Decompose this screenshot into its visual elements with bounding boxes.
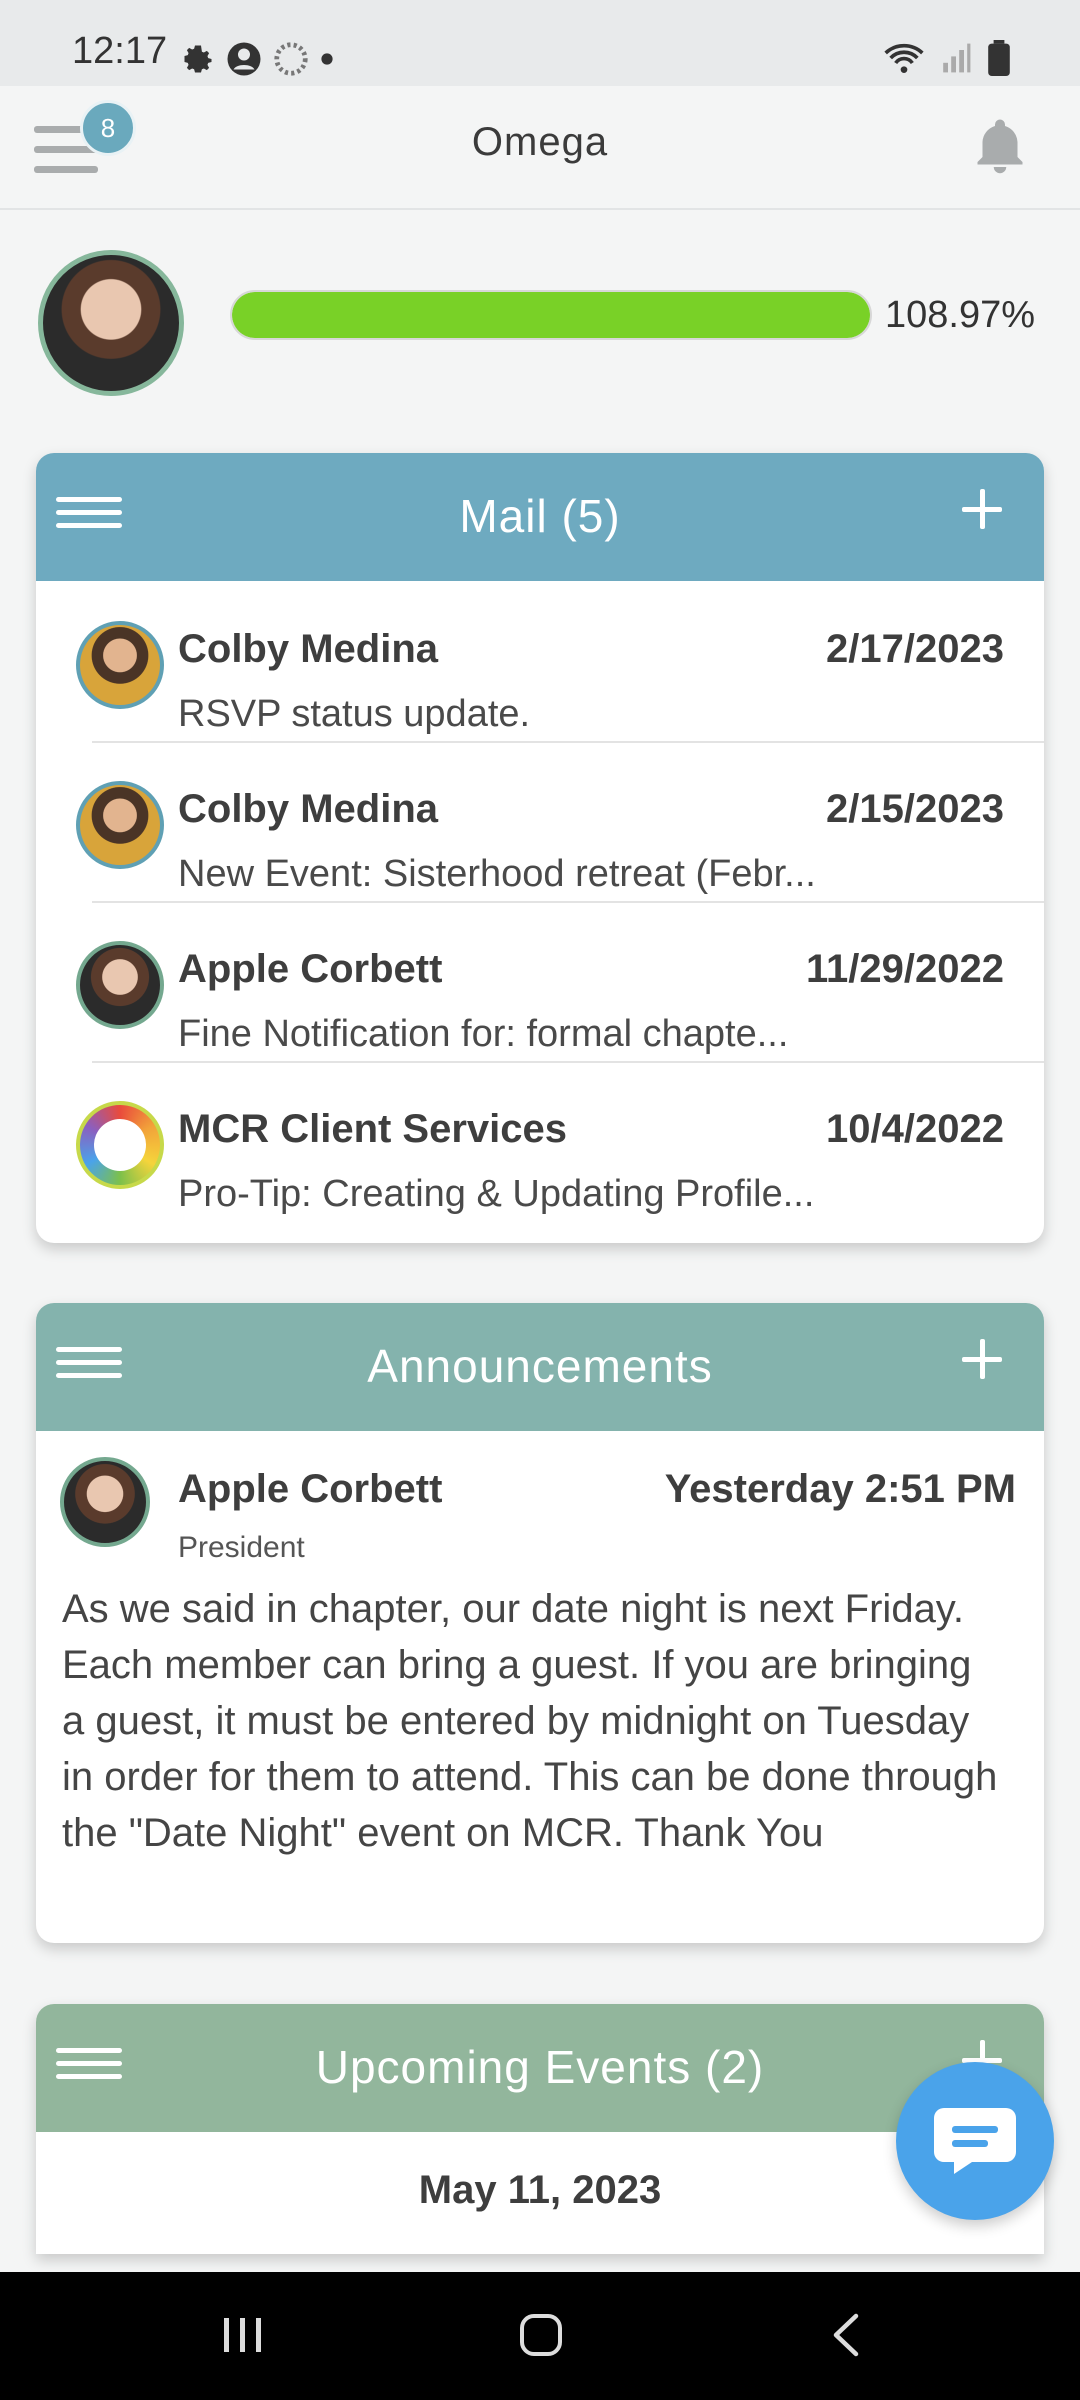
recent-apps-icon[interactable] <box>218 2312 268 2358</box>
status-bar: 12:17 <box>0 0 1080 86</box>
avatar <box>76 1101 164 1189</box>
mail-sender: Apple Corbett <box>178 947 443 991</box>
announcement-author: Apple Corbett <box>178 1467 443 1511</box>
mail-subject: Fine Notification for: formal chapte... <box>178 1013 789 1055</box>
event-date: May 11, 2023 <box>418 2168 662 2212</box>
mail-sender: Colby Medina <box>178 787 439 831</box>
loading-icon <box>274 42 308 76</box>
progress-bar <box>230 290 872 340</box>
events-title: Upcoming Events (2) <box>315 2041 765 2093</box>
add-mail-button[interactable] <box>960 487 1004 531</box>
battery-icon <box>988 40 1010 76</box>
mail-date: 11/29/2022 <box>806 947 1004 991</box>
mail-date: 10/4/2022 <box>826 1107 1004 1151</box>
avatar <box>76 621 164 709</box>
avatar <box>76 941 164 1029</box>
gear-icon <box>184 45 212 73</box>
mail-sender: MCR Client Services <box>178 1107 568 1151</box>
mail-header: Mail (5) <box>36 453 1044 581</box>
avatar <box>60 1457 150 1547</box>
wifi-icon <box>884 43 924 73</box>
announcement-time: Yesterday 2:51 PM <box>664 1467 1016 1511</box>
announcements-card: Announcements Apple Corbett Yesterday 2:… <box>36 1303 1044 1943</box>
list-item[interactable]: MCR Client Services 10/4/2022 Pro-Tip: C… <box>36 1061 1044 1221</box>
avatar <box>76 781 164 869</box>
status-icons-left <box>180 40 334 78</box>
menu-icon-line <box>34 166 98 173</box>
page-title: Omega <box>471 120 609 164</box>
mail-card: Mail (5) Colby Medina 2/17/2023 RSVP sta… <box>36 453 1044 1243</box>
add-announcement-button[interactable] <box>960 1337 1004 1381</box>
logo-center <box>94 1119 146 1171</box>
account-circle-icon <box>227 42 261 76</box>
status-icons-right <box>884 40 1010 76</box>
bell-icon[interactable] <box>970 114 1030 180</box>
events-card: Upcoming Events (2) May 11, 2023 <box>36 2004 1044 2254</box>
signal-icon <box>943 43 971 73</box>
progress-percent: 108.97% <box>885 294 1036 336</box>
back-icon[interactable] <box>828 2312 864 2358</box>
announcements-title: Announcements <box>367 1340 713 1392</box>
mail-date: 2/15/2023 <box>826 787 1004 831</box>
profile-avatar[interactable] <box>38 250 184 396</box>
status-time: 12:17 <box>72 30 168 72</box>
events-header: Upcoming Events (2) <box>36 2004 1044 2132</box>
mail-sender: Colby Medina <box>178 627 439 671</box>
mail-subject: New Event: Sisterhood retreat (Febr... <box>178 853 816 895</box>
progress-fill <box>232 292 870 338</box>
system-navigation-bar <box>0 2272 1080 2400</box>
announcement-body: As we said in chapter, our date night is… <box>62 1587 998 1855</box>
home-icon[interactable] <box>518 2312 564 2358</box>
announcement-author-role: President <box>178 1531 305 1564</box>
mail-subject: RSVP status update. <box>178 693 531 735</box>
event-item[interactable]: May 11, 2023 <box>36 2132 1044 2254</box>
announcement-item[interactable]: Apple Corbett Yesterday 2:51 PM Presiden… <box>36 1431 1044 1943</box>
list-item[interactable]: Colby Medina 2/15/2023 New Event: Sister… <box>36 741 1044 901</box>
chat-icon <box>934 2108 1016 2174</box>
mail-subject: Pro-Tip: Creating & Updating Profile... <box>178 1173 815 1215</box>
mail-title: Mail (5) <box>459 490 621 542</box>
list-item[interactable]: Apple Corbett 11/29/2022 Fine Notificati… <box>36 901 1044 1061</box>
list-item[interactable]: Colby Medina 2/17/2023 RSVP status updat… <box>36 581 1044 741</box>
chat-button[interactable] <box>896 2062 1054 2220</box>
mail-date: 2/17/2023 <box>826 627 1004 671</box>
dot-icon <box>321 53 333 65</box>
announcements-header: Announcements <box>36 1303 1044 1431</box>
